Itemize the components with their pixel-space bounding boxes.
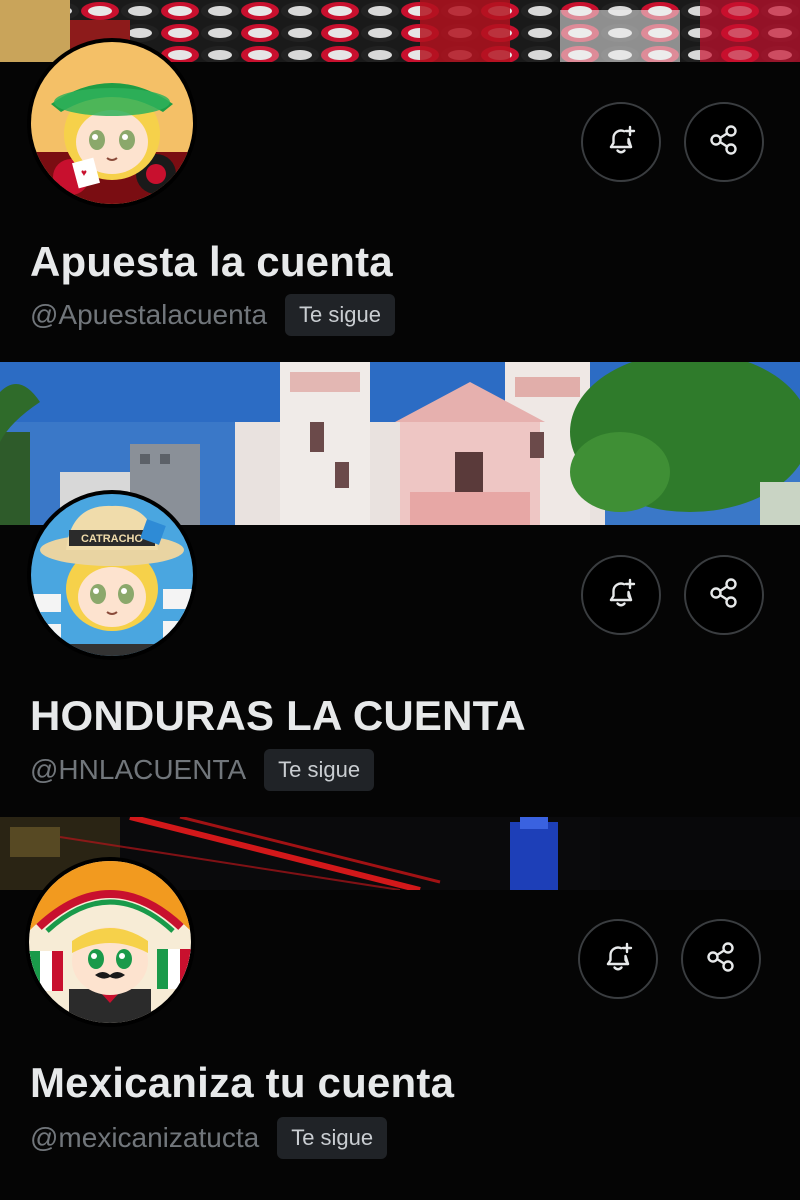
profile-card-apuesta: ♥ Apuesta la cuenta @Apuestalacuenta Te …	[0, 0, 800, 362]
share-button[interactable]	[684, 555, 764, 635]
hat-band-text: CATRACHO	[81, 533, 144, 545]
handle-row: @HNLACUENTA Te sigue	[30, 749, 375, 791]
handle: @HNLACUENTA	[30, 754, 247, 785]
share-icon	[704, 940, 738, 979]
share-icon	[707, 576, 741, 615]
notify-button[interactable]	[578, 919, 658, 999]
avatar[interactable]: ♥	[27, 38, 197, 208]
profile-card-mexicaniza: Mexicaniza tu cuenta @mexicanizatucta Te…	[0, 817, 800, 1200]
handle: @Apuestalacuenta	[30, 299, 268, 330]
share-icon	[707, 123, 741, 162]
display-name: HONDURAS LA CUENTA	[30, 692, 526, 739]
follows-you-badge: Te sigue	[277, 1117, 388, 1159]
display-name: Mexicaniza tu cuenta	[30, 1059, 455, 1106]
avatar[interactable]	[25, 857, 195, 1027]
share-button[interactable]	[684, 102, 764, 182]
follows-you-badge: Te sigue	[285, 294, 395, 336]
bell-plus-icon	[601, 940, 635, 979]
avatar[interactable]: CATRACHO	[27, 490, 197, 660]
bell-plus-icon	[604, 123, 638, 162]
bell-plus-icon	[604, 576, 638, 615]
display-name: Apuesta la cuenta	[30, 238, 393, 285]
handle-row: @mexicanizatucta Te sigue	[30, 1117, 388, 1159]
handle-row: @Apuestalacuenta Te sigue	[30, 294, 395, 336]
svg-text:♥: ♥	[81, 168, 87, 179]
profile-card-honduras: CATRACHO HONDURAS LA CUENTA @HNLACUENTA …	[0, 362, 800, 817]
follows-you-badge: Te sigue	[264, 749, 375, 791]
share-button[interactable]	[681, 919, 761, 999]
handle: @mexicanizatucta	[30, 1122, 260, 1153]
notify-button[interactable]	[581, 555, 661, 635]
notify-button[interactable]	[581, 102, 661, 182]
